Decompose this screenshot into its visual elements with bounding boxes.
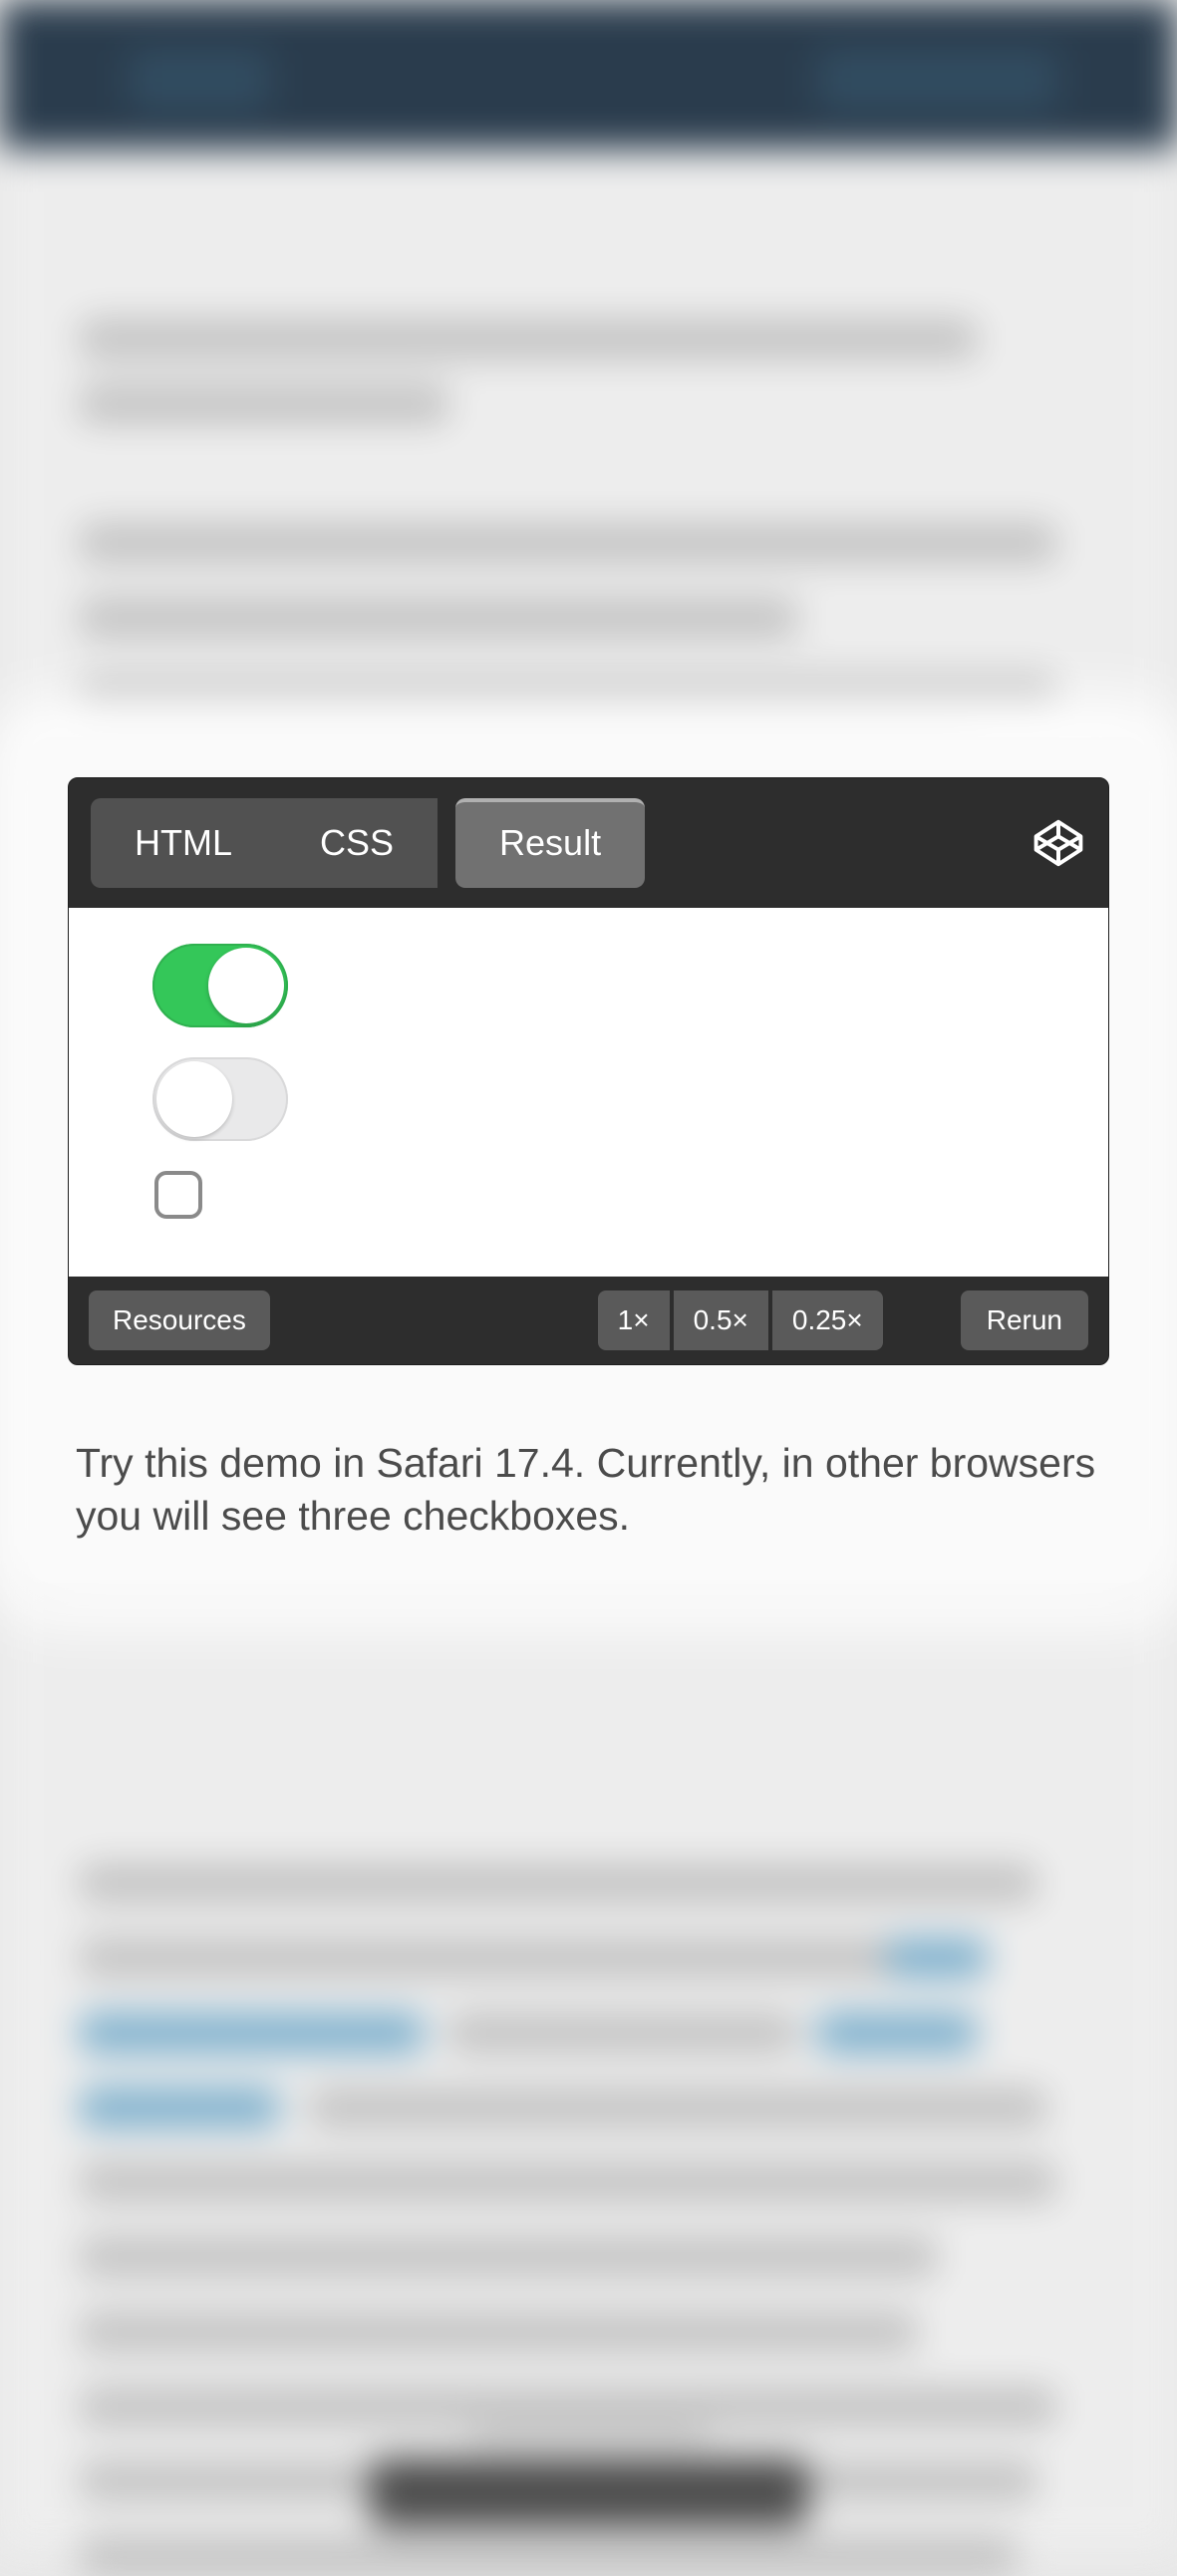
switch-off[interactable] — [152, 1057, 288, 1141]
embed-footer: Resources 1× 0.5× 0.25× Rerun — [69, 1277, 1108, 1364]
switch-knob — [156, 1061, 232, 1137]
checkbox-unchecked[interactable] — [154, 1171, 202, 1219]
switch-on[interactable] — [152, 944, 288, 1027]
rerun-button[interactable]: Rerun — [961, 1290, 1088, 1350]
codepen-logo-icon[interactable] — [1030, 815, 1086, 871]
demo-embed-card: HTML CSS Result Reso — [28, 737, 1149, 1583]
tab-css[interactable]: CSS — [276, 798, 438, 888]
tab-html[interactable]: HTML — [91, 798, 276, 888]
zoom-1x-button[interactable]: 1× — [598, 1290, 670, 1350]
switch-knob — [208, 948, 284, 1023]
resources-button[interactable]: Resources — [89, 1290, 270, 1350]
tab-result[interactable]: Result — [455, 798, 645, 888]
codepen-embed: HTML CSS Result Reso — [68, 777, 1109, 1365]
zoom-05x-button[interactable]: 0.5× — [674, 1290, 768, 1350]
zoom-group: 1× 0.5× 0.25× — [598, 1290, 883, 1350]
embed-result-pane — [69, 908, 1108, 1277]
embed-caption: Try this demo in Safari 17.4. Currently,… — [68, 1437, 1109, 1544]
embed-tab-bar: HTML CSS Result — [69, 778, 1108, 908]
zoom-025x-button[interactable]: 0.25× — [772, 1290, 883, 1350]
